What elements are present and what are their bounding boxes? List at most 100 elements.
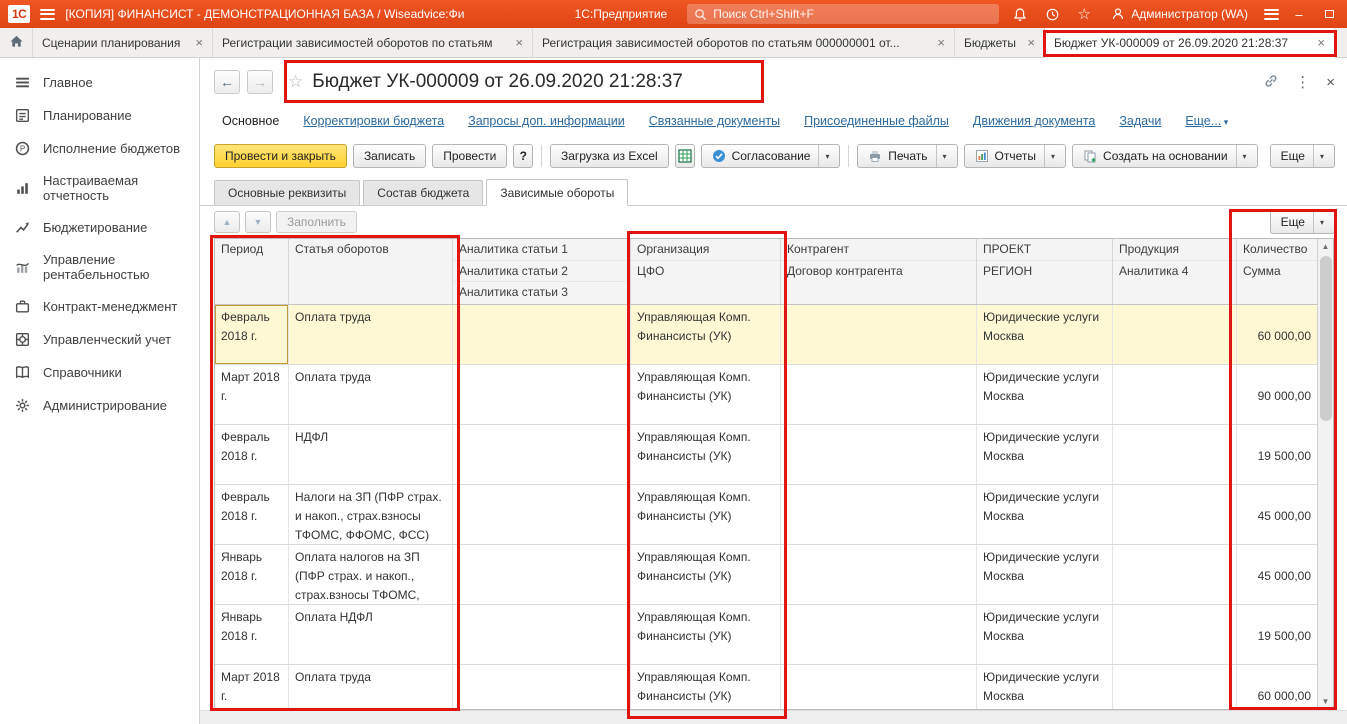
sidebar-item-10[interactable]: Администрирование (0, 389, 199, 422)
reports-button[interactable]: Отчеты ▾ (963, 144, 1067, 168)
scrollbar-thumb[interactable] (1319, 256, 1332, 421)
tab-dependent-turnovers[interactable]: Зависимые обороты (486, 179, 629, 206)
sidebar-item-7[interactable]: Контракт-менеджмент (0, 290, 199, 323)
restore-button[interactable] (1319, 4, 1339, 24)
cell-amount[interactable]: 60 000,00 (1237, 305, 1317, 364)
nav-link-6[interactable]: Движения документа (973, 114, 1095, 128)
cell-analytics[interactable] (453, 605, 631, 664)
cell-amount[interactable]: 19 500,00 (1237, 425, 1317, 484)
column-header-analytics2[interactable]: Аналитика статьи 2 (453, 261, 630, 283)
link-icon[interactable] (1263, 73, 1279, 92)
back-button[interactable]: ← (214, 70, 240, 94)
cell-contragent[interactable] (781, 605, 977, 664)
cell-analytics[interactable] (453, 665, 631, 709)
sidebar-item-1[interactable]: Главное (0, 66, 199, 99)
cell-contragent[interactable] (781, 665, 977, 709)
close-form-icon[interactable]: × (1326, 74, 1335, 91)
cell-amount[interactable]: 19 500,00 (1237, 605, 1317, 664)
tab-close-icon[interactable]: × (1317, 36, 1325, 49)
column-header-region[interactable]: РЕГИОН (977, 261, 1112, 283)
create-based-on-button[interactable]: Создать на основании ▾ (1072, 144, 1258, 168)
sidebar-item-8[interactable]: Управленческий учет (0, 323, 199, 356)
kebab-menu-icon[interactable]: ⋮ (1295, 73, 1310, 91)
cell-contragent[interactable] (781, 305, 977, 364)
cell-turnover-item[interactable]: Оплата труда (289, 665, 453, 709)
cell-period[interactable]: Январь 2018 г. (215, 605, 289, 664)
cell-period[interactable]: Февраль 2018 г. (215, 305, 289, 364)
cell-period[interactable]: Февраль 2018 г. (215, 485, 289, 544)
cell-project[interactable]: Юридические услуги Москва (977, 605, 1113, 664)
column-header-analytics1[interactable]: Аналитика статьи 1 (453, 239, 630, 261)
column-header-sum[interactable]: Сумма (1237, 261, 1317, 283)
cell-amount[interactable]: 90 000,00 (1237, 365, 1317, 424)
table-row-3[interactable]: Февраль 2018 г. НДФЛ Управляющая Комп. Фина… (215, 425, 1317, 485)
cell-contragent[interactable] (781, 425, 977, 484)
sidebar-item-6[interactable]: Управление рентабельностью (0, 244, 199, 290)
cell-period[interactable]: Март 2018 г. (215, 365, 289, 424)
cell-analytics[interactable] (453, 305, 631, 364)
cell-organization[interactable]: Управляющая Комп. Финансисты (УК) (631, 425, 781, 484)
notifications-bell-icon[interactable] (1009, 3, 1031, 25)
cell-analytics[interactable] (453, 485, 631, 544)
cell-contragent[interactable] (781, 485, 977, 544)
vertical-scrollbar[interactable]: ▲ ▼ (1317, 239, 1333, 709)
nav-link-1[interactable]: Основное (222, 114, 279, 128)
cell-production[interactable] (1113, 305, 1237, 364)
cell-turnover-item[interactable]: Оплата НДФЛ (289, 605, 453, 664)
tab-5[interactable]: Бюджет УК-000009 от 26.09.2020 21:28:37 × (1045, 28, 1335, 58)
cell-amount[interactable]: 60 000,00 (1237, 665, 1317, 709)
tab-close-icon[interactable]: × (515, 36, 523, 49)
column-header-contragent[interactable]: Контрагент (781, 239, 976, 261)
cell-period[interactable]: Январь 2018 г. (215, 545, 289, 604)
sidebar-item-9[interactable]: Справочники (0, 356, 199, 389)
move-up-button[interactable]: ▲ (214, 211, 240, 233)
cell-production[interactable] (1113, 545, 1237, 604)
column-header-production[interactable]: Продукция (1113, 239, 1236, 261)
sidebar-item-4[interactable]: Настраиваемая отчетность (0, 165, 199, 211)
tab-close-icon[interactable]: × (937, 36, 945, 49)
nav-link-3[interactable]: Запросы доп. информации (468, 114, 625, 128)
tab-budget-content[interactable]: Состав бюджета (363, 180, 484, 205)
column-header-quantity[interactable]: Количество (1237, 239, 1317, 261)
cell-project[interactable]: Юридические услуги Москва (977, 305, 1113, 364)
excel-load-button[interactable]: Загрузка из Excel (549, 144, 669, 168)
search-input[interactable] (713, 7, 993, 21)
cell-analytics[interactable] (453, 365, 631, 424)
favorites-star-icon[interactable]: ☆ (1073, 3, 1095, 25)
table-row-7[interactable]: Март 2018 г. Оплата труда Управляющая Комп… (215, 665, 1317, 709)
history-icon[interactable] (1041, 3, 1063, 25)
cell-organization[interactable]: Управляющая Комп. Финансисты (УК) (631, 305, 781, 364)
table-row-6[interactable]: Январь 2018 г. Оплата НДФЛ Управляющая Ком… (215, 605, 1317, 665)
tab-3[interactable]: Регистрация зависимостей оборотов по ста… (533, 28, 955, 57)
cell-period[interactable]: Март 2018 г. (215, 665, 289, 709)
nav-link-8[interactable]: Еще... ▾ (1185, 114, 1228, 128)
scroll-down-icon[interactable]: ▼ (1318, 694, 1333, 709)
column-header-period[interactable]: Период (215, 239, 288, 261)
nav-link-5[interactable]: Присоединенные файлы (804, 114, 949, 128)
cell-amount[interactable]: 45 000,00 (1237, 485, 1317, 544)
table-row-5[interactable]: Январь 2018 г. Оплата налогов на ЗП (ПФР … (215, 545, 1317, 605)
save-button[interactable]: Записать (352, 144, 427, 168)
cell-period[interactable]: Февраль 2018 г. (215, 425, 289, 484)
cell-turnover-item[interactable]: Оплата налогов на ЗП (ПФР страх. и накоп… (289, 545, 453, 604)
more-button[interactable]: Еще ▾ (1269, 144, 1335, 168)
tab-4[interactable]: Бюджеты × (955, 28, 1045, 57)
service-menu-icon[interactable] (1264, 8, 1279, 20)
column-header-cfo[interactable]: ЦФО (631, 261, 780, 283)
cell-organization[interactable]: Управляющая Комп. Финансисты (УК) (631, 365, 781, 424)
nav-link-7[interactable]: Задачи (1119, 114, 1161, 128)
cell-analytics[interactable] (453, 545, 631, 604)
cell-production[interactable] (1113, 425, 1237, 484)
fill-button[interactable]: Заполнить (276, 211, 357, 233)
forward-button[interactable]: → (247, 70, 273, 94)
approval-button[interactable]: Согласование ▾ (700, 144, 841, 168)
help-button[interactable]: ? (513, 144, 534, 168)
table-row-2[interactable]: Март 2018 г. Оплата труда Управляющая Комп… (215, 365, 1317, 425)
table-row-4[interactable]: Февраль 2018 г. Налоги на ЗП (ПФР страх. … (215, 485, 1317, 545)
cell-contragent[interactable] (781, 365, 977, 424)
tab-close-icon[interactable]: × (195, 36, 203, 49)
sidebar-item-5[interactable]: Бюджетирование (0, 211, 199, 244)
print-button[interactable]: Печать ▾ (857, 144, 958, 168)
post-and-close-button[interactable]: Провести и закрыть (214, 144, 347, 168)
column-header-analytics4[interactable]: Аналитика 4 (1113, 261, 1236, 283)
